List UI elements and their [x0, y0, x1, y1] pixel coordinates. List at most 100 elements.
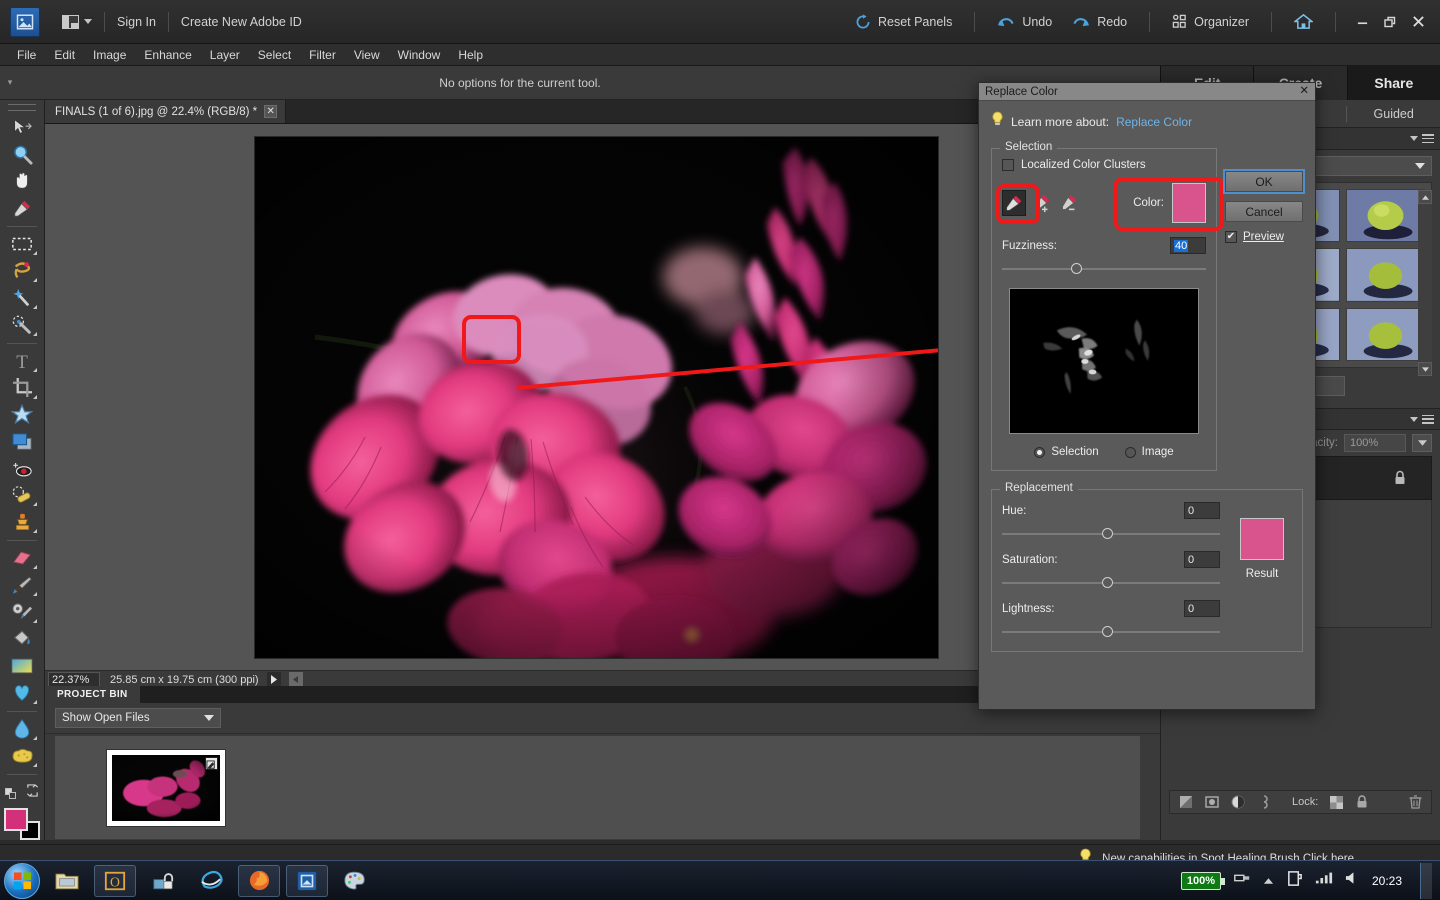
eyedropper-minus-icon[interactable]: [1058, 190, 1082, 216]
undo-button[interactable]: Undo: [987, 15, 1062, 29]
clone-stamp-tool[interactable]: [5, 509, 39, 535]
effect-thumbnail[interactable]: [1346, 248, 1425, 301]
ok-button[interactable]: OK: [1225, 171, 1303, 192]
hue-field[interactable]: 0: [1184, 502, 1220, 519]
panel-menu-caret-icon[interactable]: [1410, 136, 1418, 141]
edit-mode-guided[interactable]: Guided: [1347, 107, 1440, 121]
organizer-button[interactable]: Organizer: [1162, 14, 1259, 29]
radio-image[interactable]: Image: [1125, 446, 1174, 458]
taskbar-clock[interactable]: 20:23: [1372, 874, 1402, 888]
foreground-background-colors[interactable]: [4, 808, 40, 839]
radio-selection[interactable]: Selection: [1034, 446, 1098, 458]
type-tool[interactable]: T: [5, 348, 39, 374]
chevron-down-icon[interactable]: [1412, 434, 1432, 452]
scroll-up-arrow-icon[interactable]: [1418, 190, 1432, 204]
swap-colors-icon[interactable]: [26, 784, 39, 802]
brush-tool[interactable]: [5, 572, 39, 598]
menu-select[interactable]: Select: [249, 46, 300, 64]
power-plug-icon[interactable]: [1233, 871, 1251, 890]
red-eye-tool[interactable]: [5, 456, 39, 482]
fuzziness-slider[interactable]: [1002, 262, 1206, 276]
smart-brush-tool[interactable]: [5, 599, 39, 625]
replace-color-help-link[interactable]: Replace Color: [1116, 115, 1192, 129]
toolbar-grip[interactable]: [8, 104, 36, 111]
gradient-tool[interactable]: [5, 653, 39, 679]
project-bin-thumbnail[interactable]: [107, 750, 225, 826]
document-tab[interactable]: FINALS (1 of 6).jpg @ 22.4% (RGB/8) * ✕: [45, 100, 286, 123]
action-center-icon[interactable]: [1286, 870, 1303, 892]
sponge-tool[interactable]: [5, 743, 39, 769]
cookie-cutter-tool[interactable]: [5, 402, 39, 428]
menu-layer[interactable]: Layer: [201, 46, 249, 64]
preview-checkbox[interactable]: [1225, 231, 1237, 243]
saturation-slider[interactable]: [1002, 576, 1220, 590]
home-button[interactable]: [1284, 13, 1323, 30]
menu-enhance[interactable]: Enhance: [135, 46, 200, 64]
internet-explorer-icon[interactable]: [190, 865, 232, 897]
network-signal-icon[interactable]: [1315, 871, 1333, 890]
healing-brush-tool[interactable]: [5, 482, 39, 508]
effect-thumbnail[interactable]: [1346, 189, 1425, 242]
windows-start-orb-icon[interactable]: [4, 863, 40, 899]
slider-knob[interactable]: [1102, 577, 1113, 588]
cancel-button[interactable]: Cancel: [1225, 201, 1303, 222]
blur-tool[interactable]: [5, 716, 39, 742]
lightness-field[interactable]: 0: [1184, 600, 1220, 617]
radio-image-button[interactable]: [1125, 447, 1136, 458]
dialog-titlebar[interactable]: Replace Color ✕: [979, 83, 1315, 101]
localized-color-clusters-checkbox[interactable]: [1002, 159, 1014, 171]
menu-edit[interactable]: Edit: [45, 46, 84, 64]
result-swatch[interactable]: [1240, 518, 1284, 560]
selection-preview-thumbnail[interactable]: [1009, 288, 1199, 434]
security-lock-icon[interactable]: [142, 865, 184, 897]
menu-image[interactable]: Image: [84, 46, 135, 64]
paint-bucket-tool[interactable]: [5, 626, 39, 652]
new-layer-adjustment-icon[interactable]: [1178, 794, 1194, 810]
eraser-tool[interactable]: [5, 545, 39, 571]
menu-view[interactable]: View: [345, 46, 389, 64]
image-canvas[interactable]: [255, 137, 938, 658]
close-button[interactable]: [1404, 10, 1432, 34]
menu-filter[interactable]: Filter: [300, 46, 345, 64]
saturation-field[interactable]: 0: [1184, 551, 1220, 568]
replace-color-dialog[interactable]: Replace Color ✕ Learn more about: Replac…: [978, 82, 1316, 710]
opacity-field[interactable]: 100%: [1344, 434, 1406, 452]
create-adobe-id-link[interactable]: Create New Adobe ID: [181, 15, 302, 29]
options-bar-grip[interactable]: ▾: [0, 77, 20, 88]
adjustment-layer-icon[interactable]: [1230, 794, 1246, 810]
fuzziness-field[interactable]: 40: [1170, 237, 1206, 254]
foreground-color-swatch[interactable]: [4, 808, 28, 831]
marquee-tool[interactable]: [5, 231, 39, 257]
hand-tool[interactable]: [5, 168, 39, 194]
zoom-tool[interactable]: [5, 142, 39, 168]
sign-in-link[interactable]: Sign In: [117, 15, 156, 29]
new-fill-layer-icon[interactable]: [1204, 794, 1220, 810]
eyedropper-icon[interactable]: [1002, 190, 1026, 216]
firefox-icon[interactable]: [238, 865, 280, 897]
microsoft-outlook-icon[interactable]: O: [94, 865, 136, 897]
close-icon[interactable]: ✕: [1299, 86, 1309, 98]
panel-menu-icon[interactable]: [1422, 415, 1434, 424]
scroll-track[interactable]: [1418, 204, 1432, 362]
photoshop-elements-icon[interactable]: [286, 865, 328, 897]
delete-layer-trash-icon[interactable]: [1407, 794, 1423, 810]
link-layers-icon[interactable]: [1256, 794, 1272, 810]
lock-transparency-icon[interactable]: [1328, 794, 1344, 810]
default-colors-icon[interactable]: [5, 788, 16, 799]
scroll-down-arrow-icon[interactable]: [1418, 362, 1432, 376]
color-swatch[interactable]: [1172, 183, 1206, 223]
menu-help[interactable]: Help: [449, 46, 492, 64]
menu-file[interactable]: File: [8, 46, 45, 64]
reset-panels-button[interactable]: Reset Panels: [845, 14, 962, 30]
volume-icon[interactable]: [1345, 871, 1360, 890]
restore-button[interactable]: [1376, 10, 1404, 34]
crop-tool[interactable]: [5, 375, 39, 401]
eyedropper-tool[interactable]: [5, 195, 39, 221]
show-desktop-button[interactable]: [1420, 863, 1432, 899]
menu-window[interactable]: Window: [389, 46, 450, 64]
project-bin-filter-select[interactable]: Show Open Files: [55, 708, 221, 728]
file-explorer-icon[interactable]: [46, 865, 88, 897]
close-icon[interactable]: ✕: [264, 105, 277, 118]
shape-tool[interactable]: [5, 680, 39, 706]
preview-row[interactable]: Preview: [1225, 231, 1303, 243]
